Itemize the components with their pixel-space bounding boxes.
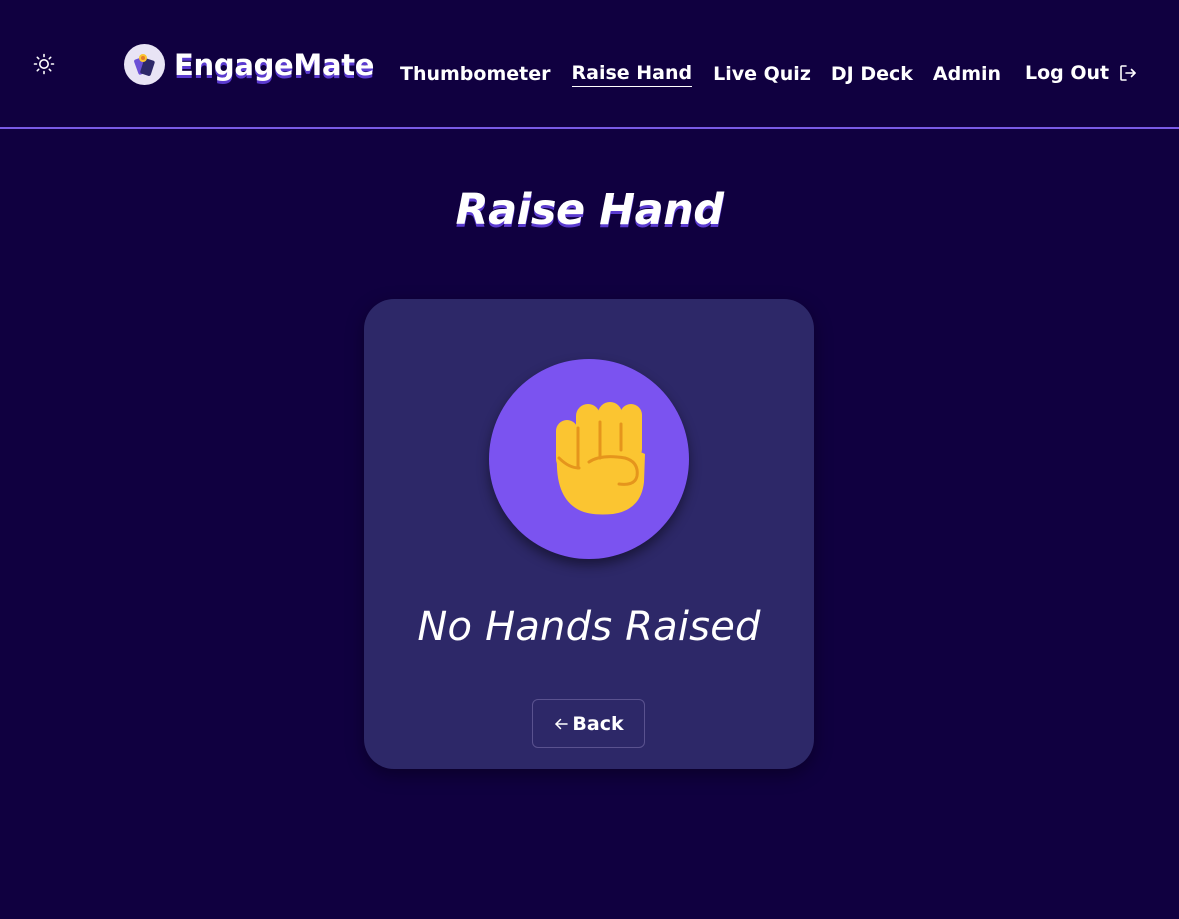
nav-admin[interactable]: Admin — [933, 63, 1001, 87]
raised-fist-icon — [556, 402, 645, 515]
top-header: EngageMate Thumbometer Raise Hand Live Q… — [0, 0, 1179, 129]
hand-status-circle — [489, 359, 689, 559]
logout-label: Log Out — [1025, 62, 1110, 84]
brand-link[interactable]: EngageMate — [124, 44, 374, 85]
back-button[interactable]: Back — [532, 699, 645, 748]
arrow-left-icon — [555, 718, 569, 729]
page-title: Raise Hand — [455, 185, 725, 235]
hands-status-text: No Hands Raised — [417, 604, 761, 650]
sun-icon — [33, 53, 55, 75]
nav-thumbometer[interactable]: Thumbometer — [400, 63, 551, 87]
raise-hand-card: No Hands Raised Back — [364, 299, 814, 769]
back-button-label: Back — [572, 712, 624, 735]
engagemate-logo-icon — [124, 44, 165, 85]
nav-dj-deck[interactable]: DJ Deck — [831, 63, 913, 87]
logout-button[interactable]: Log Out — [1025, 62, 1138, 84]
nav-live-quiz[interactable]: Live Quiz — [713, 63, 811, 87]
brand-name: EngageMate — [174, 47, 375, 82]
theme-toggle-button[interactable] — [33, 53, 55, 75]
main-nav: Thumbometer Raise Hand Live Quiz DJ Deck… — [400, 62, 1001, 87]
nav-raise-hand[interactable]: Raise Hand — [571, 62, 693, 87]
logout-icon — [1120, 65, 1136, 81]
